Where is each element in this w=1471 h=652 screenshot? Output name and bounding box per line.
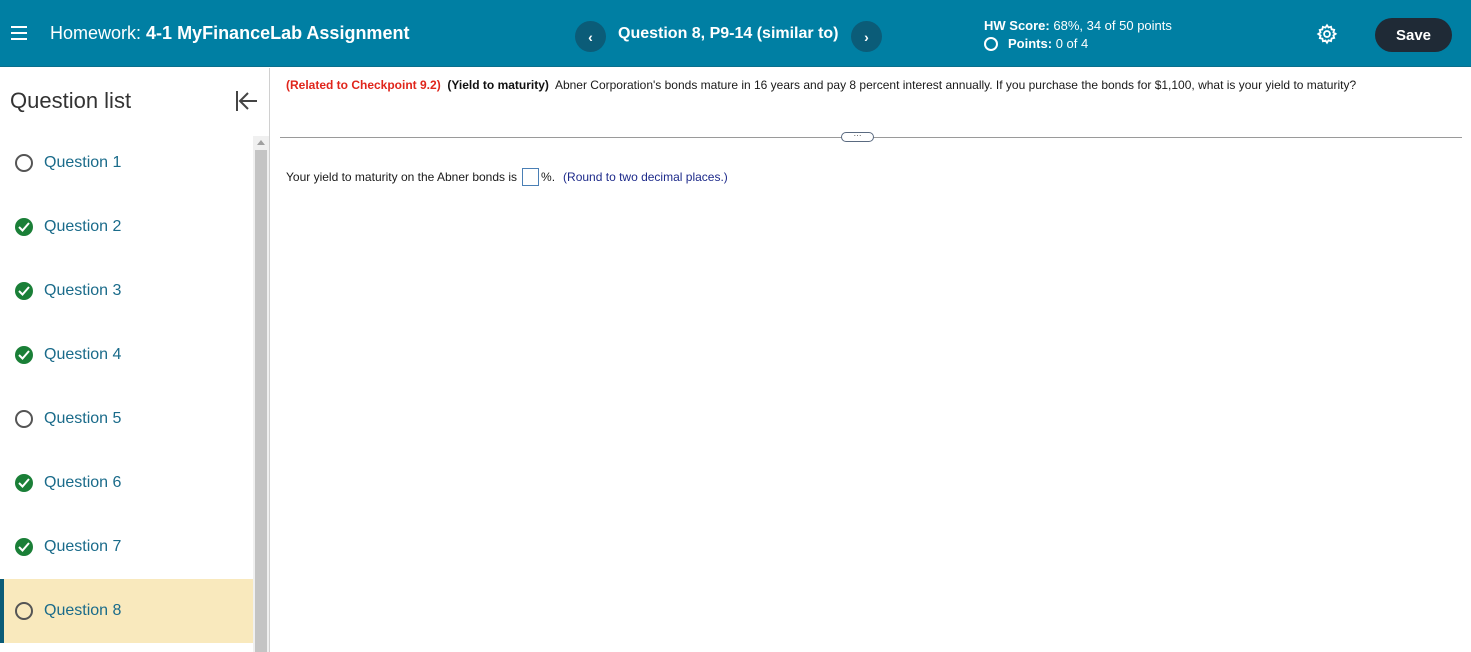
question-item-3[interactable]: Question 3 bbox=[0, 259, 253, 323]
gear-icon[interactable] bbox=[1316, 23, 1338, 45]
points-value: 0 of 4 bbox=[1055, 36, 1089, 51]
rounding-hint: (Round to two decimal places.) bbox=[563, 170, 728, 184]
unanswered-icon bbox=[15, 410, 33, 428]
answer-row: Your yield to maturity on the Abner bond… bbox=[286, 168, 728, 186]
question-list-scrollbar[interactable] bbox=[253, 136, 269, 652]
question-title: Question 8, P9-14 (similar to) bbox=[618, 25, 839, 42]
question-area: (Related to Checkpoint 9.2) (Yield to ma… bbox=[270, 68, 1471, 652]
related-checkpoint-link[interactable]: (Related to Checkpoint 9.2) bbox=[286, 78, 441, 92]
points: Points: 0 of 4 bbox=[984, 35, 1172, 53]
hw-score: HW Score: 68%, 34 of 50 points bbox=[984, 17, 1172, 35]
check-icon bbox=[15, 218, 33, 236]
question-topic: (Yield to maturity) bbox=[447, 78, 549, 92]
hw-score-label: HW Score: bbox=[984, 18, 1050, 33]
scrollbar-thumb[interactable] bbox=[255, 150, 267, 652]
question-item-label: Question 2 bbox=[44, 218, 122, 235]
yield-answer-input[interactable] bbox=[522, 168, 540, 186]
question-item-8[interactable]: Question 8 bbox=[0, 579, 253, 643]
unanswered-icon bbox=[15, 602, 33, 620]
question-body: Abner Corporation's bonds mature in 16 y… bbox=[554, 78, 1357, 92]
homework-title: Homework: 4-1 MyFinanceLab Assignment bbox=[50, 23, 409, 44]
check-icon bbox=[15, 282, 33, 300]
answer-prefix: Your yield to maturity on the Abner bond… bbox=[286, 170, 518, 184]
homework-title-name: 4-1 MyFinanceLab Assignment bbox=[146, 23, 410, 43]
question-list-title: Question list bbox=[10, 88, 132, 113]
score-panel: HW Score: 68%, 34 of 50 points Points: 0… bbox=[984, 17, 1172, 53]
question-item-label: Question 1 bbox=[44, 154, 122, 171]
check-icon bbox=[15, 474, 33, 492]
menu-icon[interactable] bbox=[11, 25, 29, 41]
previous-question-button[interactable]: ‹ bbox=[575, 21, 606, 52]
question-item-6[interactable]: Question 6 bbox=[0, 451, 253, 515]
collapse-panel-icon[interactable] bbox=[235, 90, 259, 112]
question-item-label: Question 4 bbox=[44, 346, 122, 363]
points-status-icon bbox=[984, 37, 998, 51]
homework-title-prefix: Homework: bbox=[50, 23, 142, 43]
points-label: Points: bbox=[1008, 36, 1053, 51]
divider-handle[interactable]: ··· bbox=[841, 132, 874, 142]
question-item-1[interactable]: Question 1 bbox=[0, 131, 253, 195]
question-item-label: Question 5 bbox=[44, 410, 122, 427]
question-item-2[interactable]: Question 2 bbox=[0, 195, 253, 259]
check-icon bbox=[15, 538, 33, 556]
question-item-4[interactable]: Question 4 bbox=[0, 323, 253, 387]
question-item-label: Question 3 bbox=[44, 282, 122, 299]
answer-suffix: %. bbox=[541, 170, 556, 184]
question-item-label: Question 7 bbox=[44, 538, 122, 555]
question-item-label: Question 6 bbox=[44, 474, 122, 491]
question-item-label: Question 8 bbox=[44, 602, 122, 619]
hw-score-value: 68%, 34 of 50 points bbox=[1053, 18, 1172, 33]
scroll-up-arrow-icon[interactable] bbox=[257, 140, 265, 145]
next-question-button[interactable]: › bbox=[851, 21, 882, 52]
question-item-5[interactable]: Question 5 bbox=[0, 387, 253, 451]
top-bar: Homework: 4-1 MyFinanceLab Assignment ‹ … bbox=[0, 0, 1471, 67]
question-prompt: (Related to Checkpoint 9.2) (Yield to ma… bbox=[286, 78, 1466, 92]
unanswered-icon bbox=[15, 154, 33, 172]
question-item-7[interactable]: Question 7 bbox=[0, 515, 253, 579]
question-list-panel: Question list Question 1 Question 2 Ques… bbox=[0, 68, 270, 652]
save-button[interactable]: Save bbox=[1375, 18, 1452, 52]
check-icon bbox=[15, 346, 33, 364]
